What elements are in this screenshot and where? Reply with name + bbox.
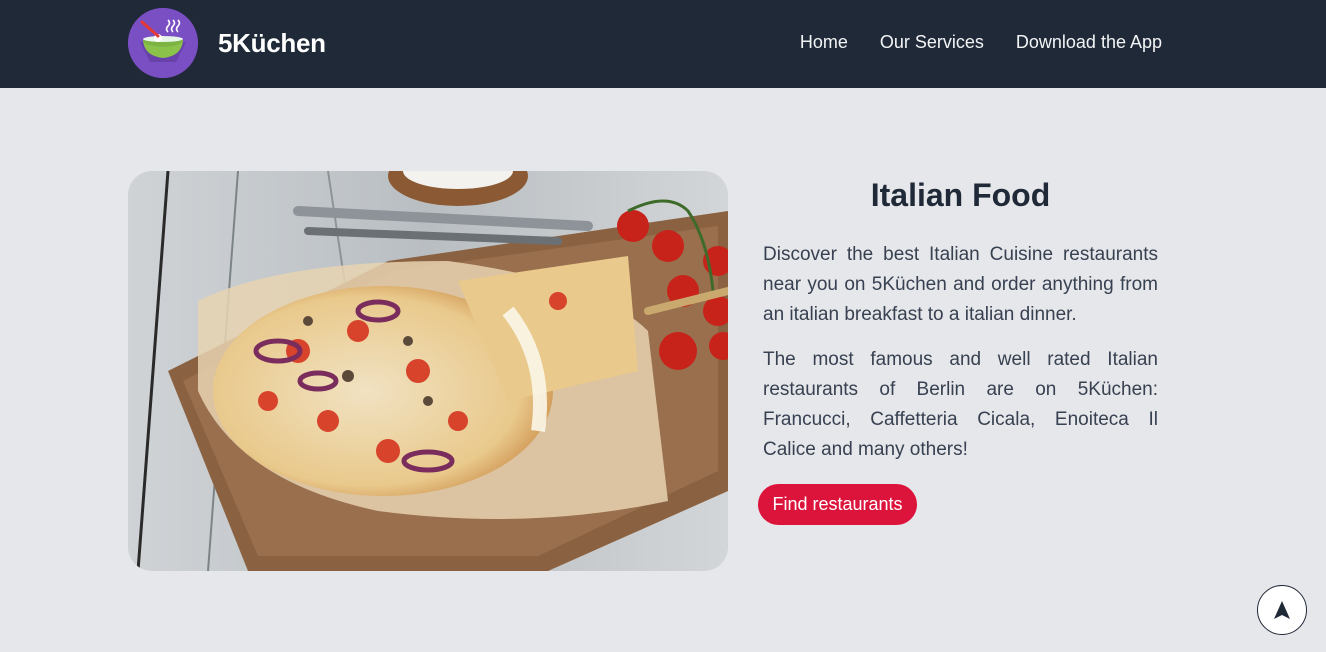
hero-content: Italian Food Discover the best Italian C… xyxy=(763,172,1158,465)
nav-download-app[interactable]: Download the App xyxy=(1016,32,1162,53)
brand[interactable]: 5Küchen xyxy=(128,8,326,78)
brand-name: 5Küchen xyxy=(218,27,326,58)
restaurants-paragraph: The most famous and well rated Italian r… xyxy=(763,349,1158,460)
nav-home[interactable]: Home xyxy=(800,32,848,53)
arrow-up-icon xyxy=(1274,601,1290,619)
intro-paragraph: Discover the best Italian Cuisine restau… xyxy=(763,244,1158,325)
section-title: Italian Food xyxy=(870,177,1051,213)
soup-bowl-icon xyxy=(128,8,198,78)
navbar: 5Küchen Home Our Services Download the A… xyxy=(0,0,1326,88)
main-nav: Home Our Services Download the App xyxy=(800,32,1162,53)
pizza-photo xyxy=(128,171,728,571)
find-restaurants-button[interactable]: Find restaurants xyxy=(758,484,917,525)
nav-our-services[interactable]: Our Services xyxy=(880,32,984,53)
scroll-to-top-button[interactable] xyxy=(1257,585,1307,635)
